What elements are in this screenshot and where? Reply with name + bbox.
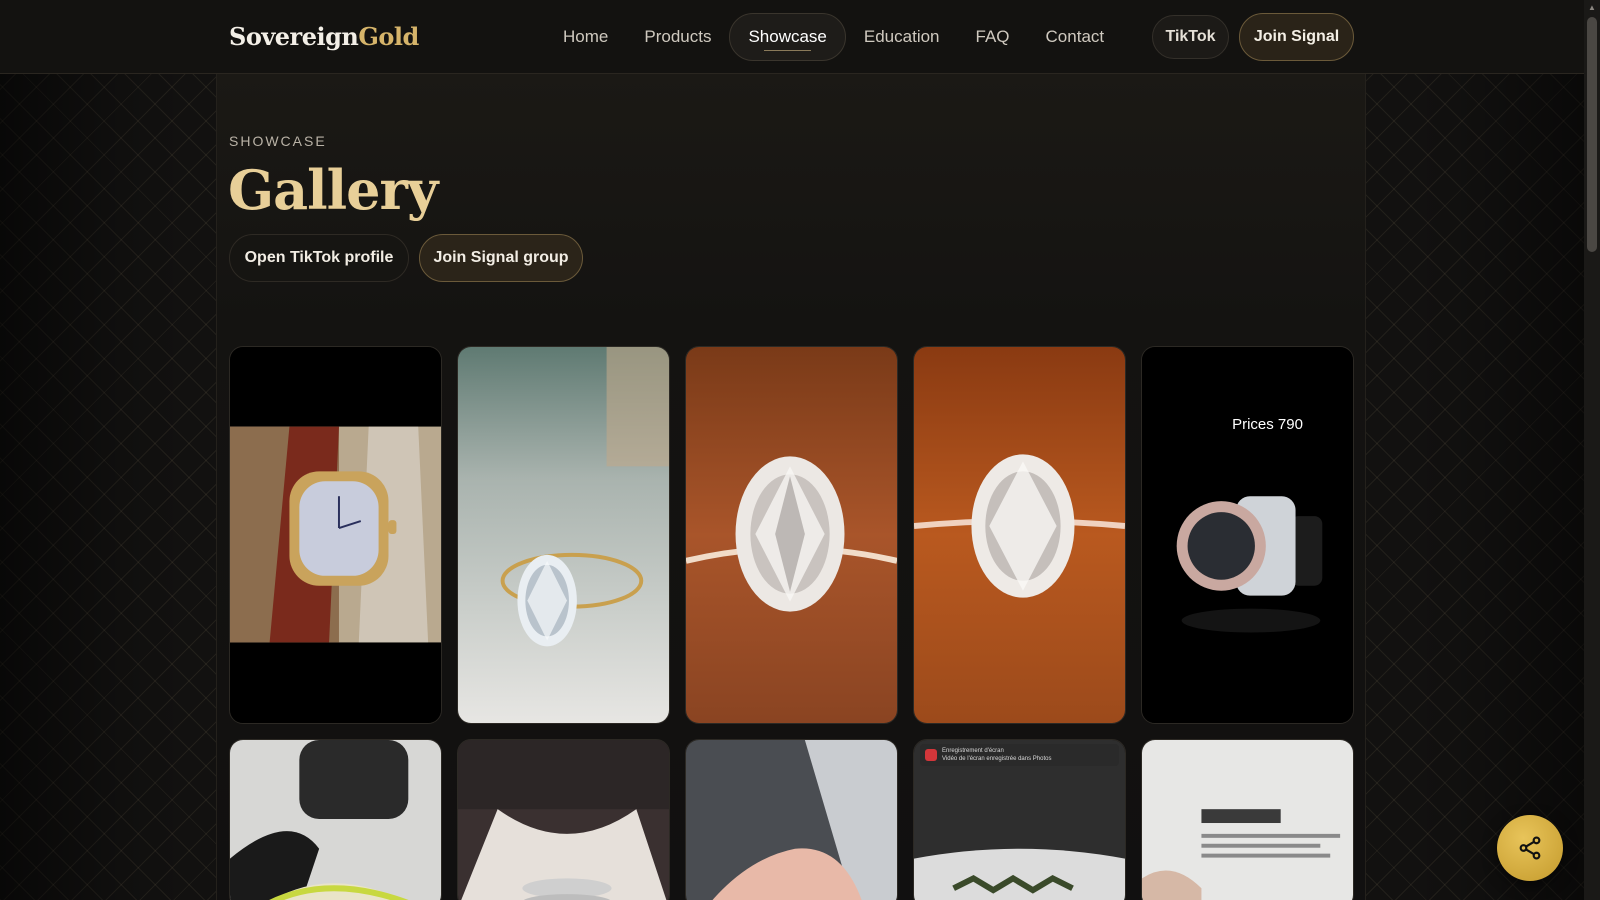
gallery-item-oval-ring-rose-2[interactable] [913,346,1126,724]
section-eyebrow: SHOWCASE [229,133,327,149]
nav-item-contact[interactable]: Contact [1028,13,1123,61]
brand-name-part1: Sovereign [229,22,359,51]
certificate-image [1142,740,1353,900]
page-scrollbar[interactable]: ▲ [1584,0,1600,900]
oval-ring-rose-2-image [914,347,1125,723]
nav-item-products[interactable]: Products [626,13,729,61]
hand-light-image [686,740,897,900]
recording-subtitle: Vidéo de l'écran enregistrée dans Photos [942,756,1052,762]
page-title: Gallery [228,158,438,222]
nav-item-faq[interactable]: FAQ [958,13,1028,61]
iced-watch-image [1142,347,1353,723]
oval-ring-gold-image [458,347,669,723]
recording-title: Enregistrement d'écran [942,748,1004,754]
join-signal-button[interactable]: Join Signal [1239,13,1354,61]
watch-gold-image [230,347,441,723]
grillz-mold-image [230,740,441,900]
nav-item-home[interactable]: Home [545,13,626,61]
nav-item-education[interactable]: Education [846,13,958,61]
share-button[interactable] [1497,815,1563,881]
iced-rings-image [458,740,669,900]
price-overlay: Prices 790 [1232,416,1303,433]
gallery-item-grillz-mold[interactable] [229,739,442,900]
brand-logo[interactable]: SovereignGold [229,22,419,51]
top-navigation: SovereignGold Home Products Showcase Edu… [0,0,1584,74]
gallery-item-certificate[interactable] [1141,739,1354,900]
screen-recording-notification: Enregistrement d'écran Vidéo de l'écran … [920,744,1119,766]
gallery-item-hand-light[interactable] [685,739,898,900]
main-nav: Home Products Showcase Education FAQ Con… [545,13,1122,61]
brand-name-part2: Gold [358,22,419,51]
gallery-item-iced-rings[interactable] [457,739,670,900]
record-icon [925,749,937,761]
gallery-item-watch-gold[interactable] [229,346,442,724]
gallery-item-oval-ring-gold[interactable] [457,346,670,724]
gallery-item-iced-watch[interactable]: Prices 790 [1141,346,1354,724]
tiktok-button[interactable]: TikTok [1152,15,1229,59]
open-tiktok-profile-button[interactable]: Open TikTok profile [229,234,409,282]
gallery-item-oval-ring-rose[interactable] [685,346,898,724]
gallery-item-screen-recording[interactable]: Enregistrement d'écran Vidéo de l'écran … [913,739,1126,900]
scrollbar-thumb[interactable] [1587,17,1597,252]
oval-ring-rose-image [686,347,897,723]
scroll-up-icon[interactable]: ▲ [1588,3,1596,12]
join-signal-group-button[interactable]: Join Signal group [419,234,583,282]
nav-item-showcase[interactable]: Showcase [729,13,846,61]
share-icon [1519,836,1541,860]
